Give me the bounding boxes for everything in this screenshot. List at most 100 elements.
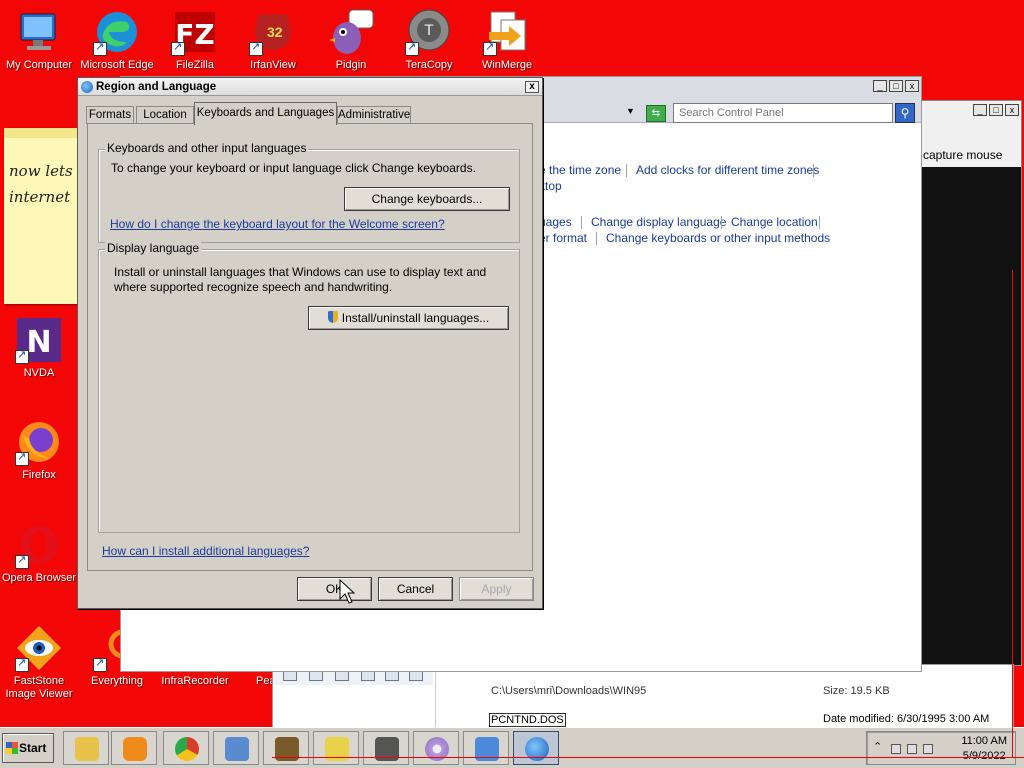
tab-panel: Keyboards and other input languages To c… [87, 123, 533, 571]
taskbar-region-language[interactable] [513, 731, 559, 765]
desktop-icon-winmerge[interactable]: WinMerge [468, 8, 546, 71]
sticky-note-line: now lets [9, 162, 73, 180]
taskbar-media-player[interactable] [111, 731, 157, 765]
link-change-keyboards-methods[interactable]: Change keyboards or other input methods [606, 231, 830, 245]
close-button[interactable]: x [525, 81, 539, 93]
shortcut-arrow-icon [15, 450, 29, 466]
close-button[interactable]: x [905, 80, 919, 92]
group-title: Display language [105, 241, 202, 255]
desktop-icon-label: FastStone Image Viewer [5, 675, 73, 700]
taskbar-explorer[interactable] [63, 731, 109, 765]
chevron-down-icon[interactable]: ▼ [626, 106, 635, 116]
tab-keyboards-and-languages[interactable]: Keyboards and Languages [194, 102, 337, 125]
maximize-button[interactable]: □ [889, 80, 903, 92]
desktop-icon-filezilla[interactable]: FZ FileZilla [156, 8, 234, 71]
tab-formats[interactable]: Formats [86, 106, 134, 124]
start-button[interactable]: Start [2, 733, 54, 763]
install-additional-languages-link[interactable]: How can I install additional languages? [102, 544, 309, 558]
chevron-up-icon[interactable]: ⌃ [873, 740, 882, 753]
shortcut-arrow-icon [483, 40, 497, 56]
display-language-description: where supported recognize speech and han… [114, 280, 393, 294]
close-button[interactable]: x [1005, 104, 1019, 116]
taskbar-remote-desktop[interactable] [213, 731, 259, 765]
shortcut-arrow-icon [93, 40, 107, 56]
explorer-window[interactable]: C:\Users\mri\Downloads\WIN95 Size: 19.5 … [272, 664, 1014, 729]
search-input[interactable] [673, 103, 893, 123]
change-keyboards-button[interactable]: Change keyboards... [344, 187, 510, 211]
edge-icon [93, 8, 141, 56]
apply-button[interactable]: Apply [459, 577, 534, 601]
taskbar-chrome[interactable] [163, 731, 209, 765]
network-icon[interactable] [907, 744, 917, 754]
desktop-icon-label: FileZilla [176, 59, 214, 71]
filezilla-icon: FZ [171, 8, 219, 56]
group-title: Keyboards and other input languages [105, 141, 309, 155]
desktop-icon-teracopy[interactable]: T TeraCopy [390, 8, 468, 71]
nvda-icon: N [15, 316, 63, 364]
link-format[interactable]: er format [539, 231, 587, 245]
minimize-button[interactable]: _ [973, 104, 987, 116]
minimize-button[interactable]: _ [873, 80, 887, 92]
desktop-icon-faststone[interactable]: FastStone Image Viewer [0, 624, 78, 701]
desktop-icon-label: TeraCopy [405, 59, 453, 71]
search-icon[interactable]: ⚲ [895, 103, 915, 123]
clock[interactable]: 11:00 AM 5/9/2022 [961, 734, 1007, 764]
teracopy-icon: T [405, 8, 453, 56]
sticky-note[interactable]: now lets internet [4, 128, 78, 304]
link-add-clocks[interactable]: Add clocks for different time zones [636, 163, 819, 177]
install-uninstall-languages-button[interactable]: Install/uninstall languages... [308, 306, 509, 330]
folder-icon [75, 737, 99, 761]
desktop-icon-edge[interactable]: Microsoft Edge [78, 8, 156, 71]
desktop-icon-pidgin[interactable]: Pidgin [312, 8, 390, 71]
clock-time: 11:00 AM [961, 735, 1007, 747]
computer-icon [15, 8, 63, 56]
maximize-button[interactable]: □ [989, 104, 1003, 116]
desktop-icon-nvda[interactable]: N NVDA [0, 316, 78, 379]
shortcut-arrow-icon [15, 656, 29, 672]
svg-text:T: T [424, 23, 434, 39]
red-highlight-line [1012, 270, 1013, 758]
taskbar: Start ⌃ 11:00 AM 5/9/2022 [0, 727, 1024, 768]
display-language-description: Install or uninstall languages that Wind… [114, 265, 487, 279]
dialog-titlebar: Region and Language x [78, 78, 542, 96]
sticky-note-line: internet [9, 188, 71, 206]
shortcut-arrow-icon [93, 656, 107, 672]
taskbar-libraries[interactable] [313, 731, 359, 765]
divider [819, 216, 820, 229]
taskbar-control-panel[interactable] [463, 731, 509, 765]
link-change-location[interactable]: Change location [731, 215, 818, 229]
refresh-icon[interactable]: ⇆ [646, 105, 666, 122]
volume-icon[interactable] [923, 744, 933, 754]
desktop-icon-label: Pea [256, 675, 272, 687]
explorer-size: Size: 19.5 KB [823, 685, 890, 697]
shortcut-arrow-icon [249, 40, 263, 56]
red-highlight-line [272, 757, 1024, 758]
desktop-icon-my-computer[interactable]: My Computer [0, 8, 78, 71]
faststone-icon [15, 624, 63, 672]
background-window[interactable]: _ □ x capture mouse [918, 100, 1022, 666]
install-button-label: Install/uninstall languages... [341, 311, 490, 325]
taskbar-app[interactable] [363, 731, 409, 765]
monitor-icon [225, 737, 249, 761]
taskbar-app[interactable] [263, 731, 309, 765]
tab-location[interactable]: Location [136, 106, 194, 124]
desktop-icon-label: InfraRecorder [161, 675, 229, 687]
ok-button[interactable]: OK [297, 577, 372, 601]
shortcut-arrow-icon [15, 553, 29, 569]
tab-administrative[interactable]: Administrative [337, 106, 411, 124]
desktop-icon-irfanview[interactable]: 32 IrfanView [234, 8, 312, 71]
desktop-icon-label: Microsoft Edge [80, 59, 154, 71]
taskbar-disc[interactable] [413, 731, 459, 765]
link-change-display-language[interactable]: Change display language [591, 215, 726, 229]
link-languages[interactable]: uages [539, 215, 572, 229]
desktop-icon-opera[interactable]: Opera Browser [0, 521, 78, 584]
link-time-zone[interactable]: e the time zone [539, 163, 621, 177]
mouse-pointer-icon [339, 579, 355, 604]
explorer-file-name[interactable]: PCNTND.DOS [489, 713, 566, 727]
tray-icon[interactable] [891, 744, 901, 754]
welcome-screen-help-link[interactable]: How do I change the keyboard layout for … [110, 217, 445, 231]
dialog-title: Region and Language [96, 81, 217, 93]
desktop-icon-firefox[interactable]: Firefox [0, 418, 78, 481]
cancel-button[interactable]: Cancel [378, 577, 453, 601]
region-language-dialog[interactable]: Region and Language x Formats Location K… [77, 77, 543, 609]
